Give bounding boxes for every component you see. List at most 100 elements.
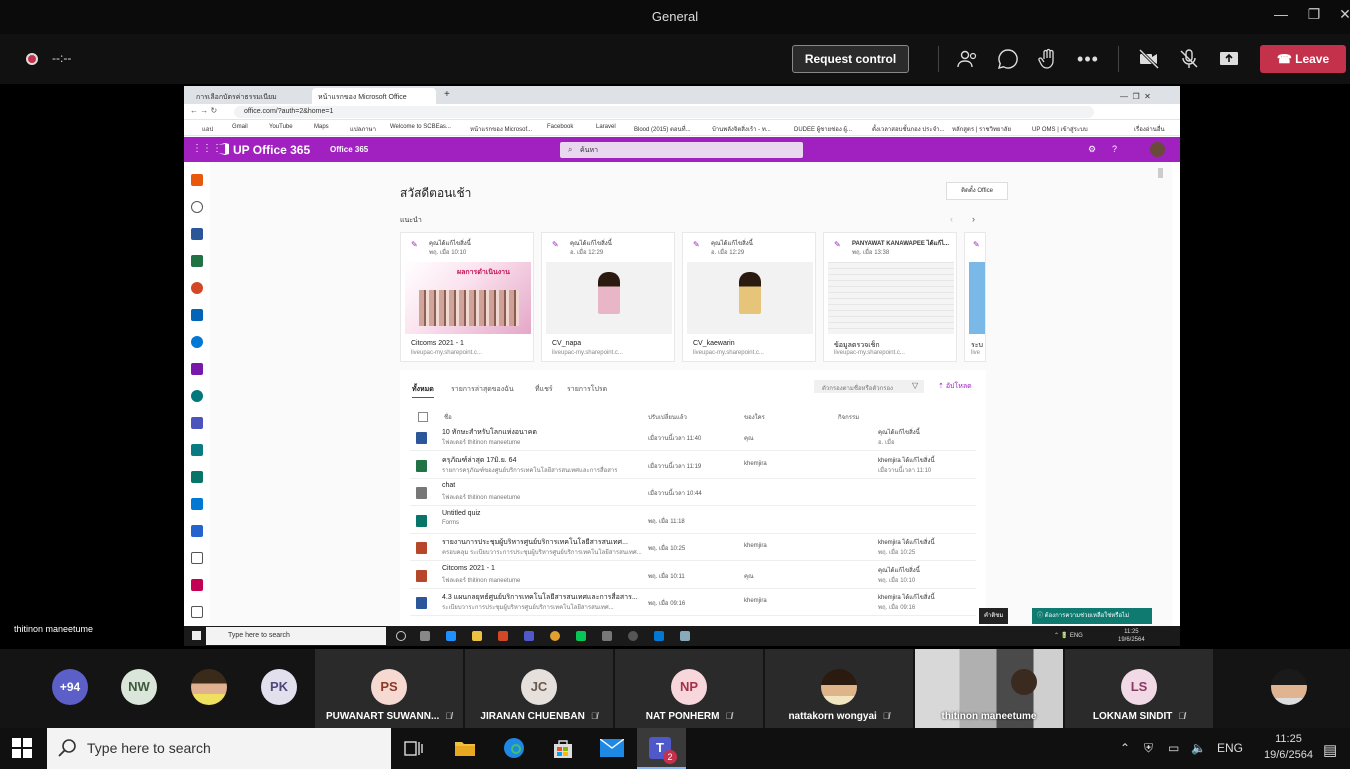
teams-icon[interactable] (191, 417, 203, 429)
store-icon[interactable] (552, 737, 574, 759)
share-screen-icon[interactable] (1217, 47, 1241, 71)
participant-photo[interactable] (191, 669, 227, 705)
file-explorer-icon[interactable] (454, 738, 476, 758)
table-row[interactable]: chat โฟลเดอร์ thitinon maneetume เมื่อวานน… (410, 479, 976, 506)
name-column-header[interactable]: ชื่อ (444, 412, 452, 422)
tab-shared[interactable]: ที่แชร์ (535, 384, 553, 395)
sharepoint-icon[interactable] (191, 390, 203, 402)
url-field[interactable]: office.com/?auth=2&home=1 (234, 106, 1094, 118)
browser-window-controls[interactable]: — ❐ ✕ (1114, 88, 1157, 104)
participant-avatar[interactable]: PK (261, 669, 297, 705)
participants-icon[interactable] (956, 47, 980, 71)
feedback-button[interactable]: คำติชม (979, 608, 1009, 624)
leave-button[interactable]: ☎ Leave (1260, 45, 1346, 73)
participant-tile[interactable]: NP NAT PONHERM 🎙̸ (615, 649, 763, 728)
table-row[interactable]: 4.3 แผนกลยุทธ์ศูนย์บริการเทคโนโลยีสารสนเ… (410, 589, 976, 616)
battery-icon[interactable]: ▭ (1168, 741, 1179, 755)
mail-icon[interactable] (600, 739, 624, 757)
more-options-icon[interactable]: ••• (1076, 47, 1100, 71)
bookmark[interactable]: หน้าแรกของ Microsof... (470, 124, 532, 134)
bookmark[interactable]: แอป (202, 124, 213, 134)
powerpoint-icon[interactable] (191, 282, 203, 294)
help-icon[interactable]: ? (1112, 144, 1117, 154)
windows-start-icon[interactable] (12, 738, 32, 758)
bookmark[interactable]: หลักสูตร | ราชวิทยาลัย (952, 124, 1011, 134)
self-video-thumbnail[interactable] (1271, 669, 1307, 705)
table-row[interactable]: 10 ทักษะสำหรับโลกแห่งอนาคต โฟลเดอร์ thiti… (410, 424, 976, 451)
participant-avatar[interactable]: NW (121, 669, 157, 705)
edge-icon[interactable] (503, 737, 525, 759)
file-name[interactable]: Untitled quiz (442, 510, 481, 517)
volume-icon[interactable]: 🔈 (1191, 741, 1206, 755)
need-help-button[interactable]: ⓘ ต้องการความช่วยเหลือใช่หรือไม่ (1032, 608, 1152, 624)
bookmark[interactable]: บ้านพลังจิตสิ่งเร้า - ท... (712, 124, 771, 134)
minimize-icon[interactable]: — (1270, 6, 1292, 22)
restore-icon[interactable]: ❐ (1303, 6, 1325, 23)
bookmark[interactable]: Blood (2015) ตอนที่... (634, 124, 691, 134)
bookmark[interactable]: DUDEE ผู้ชายช่อง ผู้... (794, 124, 852, 134)
bookmark[interactable]: Facebook (547, 124, 573, 130)
raise-hand-icon[interactable] (1036, 47, 1060, 71)
sway-icon[interactable] (191, 444, 203, 456)
onenote-icon[interactable] (191, 363, 203, 375)
teams-taskbar-button[interactable]: T 2 (637, 728, 686, 769)
file-name[interactable]: Citcoms 2021 - 1 (442, 565, 495, 572)
browser-tab[interactable]: การเลือกบัตรค่าธรรมเนียม (190, 88, 310, 104)
new-tab-icon[interactable]: + (440, 88, 454, 104)
filter-input[interactable]: ตัวกรองตามชื่อหรือตัวกรอง (814, 380, 924, 393)
outlook-icon[interactable] (191, 309, 203, 321)
upload-button[interactable]: ⇡ อัปโหลด (938, 381, 972, 392)
nav-buttons-icon[interactable]: ← → ↻ (190, 106, 217, 115)
participant-tile[interactable]: PS PUWANART SUWANN... 🎙̸ (315, 649, 463, 728)
video-icon[interactable] (191, 579, 203, 591)
filter-icon[interactable]: ▽ (912, 381, 918, 390)
office-365-link[interactable]: Office 365 (330, 145, 368, 154)
participant-tile[interactable]: JC JIRANAN CHUENBAN 🎙̸ (465, 649, 613, 728)
taskbar-search-input[interactable]: Type here to search (47, 728, 391, 769)
overflow-participants[interactable]: +94 (52, 669, 88, 705)
stream-icon[interactable] (191, 498, 203, 510)
install-office-button[interactable]: ติดตั้ง Office (946, 182, 1008, 200)
table-row[interactable]: รายงานการประชุมผู้บริหารศูนย์บริการเทคโน… (410, 534, 976, 561)
request-control-button[interactable]: Request control (792, 45, 909, 73)
participant-tile[interactable]: nattakorn wongyai 🎙̸ (765, 649, 913, 728)
settings-icon[interactable]: ⚙ (1088, 144, 1096, 155)
participant-video-tile[interactable]: thitinon maneetume (915, 649, 1063, 728)
task-view-icon[interactable] (404, 739, 424, 759)
tab-all[interactable]: ทั้งหมด (412, 384, 434, 398)
carousel-next-icon[interactable]: › (972, 214, 975, 224)
recommended-card[interactable]: ✎ PANYAWAT KANAWAPEE ได้แก้ไ... พฤ. เมื่… (823, 232, 957, 362)
camera-off-icon[interactable] (1137, 47, 1161, 71)
mic-off-icon[interactable] (1177, 47, 1201, 71)
home-icon[interactable] (191, 174, 203, 186)
recommended-card[interactable]: ✎ คุณได้แก้ไขสิ่งนี้ อ. เมื่อ 12:29 CV_k… (682, 232, 816, 362)
activity-column-header[interactable]: กิจกรรม (838, 412, 859, 422)
bookmark[interactable]: Gmail (232, 124, 248, 130)
input-language[interactable]: ENG (1217, 741, 1243, 755)
owner-column-header[interactable]: ของใคร (744, 412, 765, 422)
bookmark[interactable]: UP OMS | เข้าสู่ระบบ (1032, 124, 1088, 134)
all-apps-icon[interactable] (191, 606, 203, 618)
close-icon[interactable]: ✕ (1334, 6, 1350, 23)
onedrive-icon[interactable] (191, 336, 203, 348)
recommended-card[interactable]: ✎ คุณได้แก้ไขสิ่งนี้ พฤ. เมื่อ 10:10 ผลก… (400, 232, 534, 362)
avatar[interactable] (1150, 142, 1165, 157)
recommended-card[interactable]: ✎ ระบ live (964, 232, 986, 362)
excel-icon[interactable] (191, 255, 203, 267)
carousel-prev-icon[interactable]: ‹ (950, 214, 953, 224)
bookmark[interactable]: Laravel (596, 124, 616, 130)
table-row[interactable]: Untitled quiz Forms พฤ. เมื่อ 11:18 (410, 507, 976, 534)
security-icon[interactable]: ⛨ (1144, 741, 1153, 756)
create-icon[interactable] (191, 201, 203, 213)
bookmark[interactable]: เรื่องอ่านอื่น (1134, 124, 1165, 134)
chat-icon[interactable] (996, 47, 1020, 71)
system-clock[interactable]: 11:25 19/6/2564 (1264, 731, 1313, 763)
search-input[interactable]: ค้นหา (560, 142, 803, 158)
tab-favorites[interactable]: รายการโปรด (567, 384, 607, 395)
bookmark[interactable]: แปลภาษา (350, 124, 376, 134)
participant-tile[interactable]: LS LOKNAM SINDIT 🎙̸ (1065, 649, 1213, 728)
admin-icon[interactable] (191, 552, 203, 564)
scrollbar[interactable] (1158, 168, 1163, 178)
bookmark[interactable]: Maps (314, 124, 329, 130)
modified-column-header[interactable]: ปรับเปลี่ยนแล้ว (648, 412, 687, 422)
